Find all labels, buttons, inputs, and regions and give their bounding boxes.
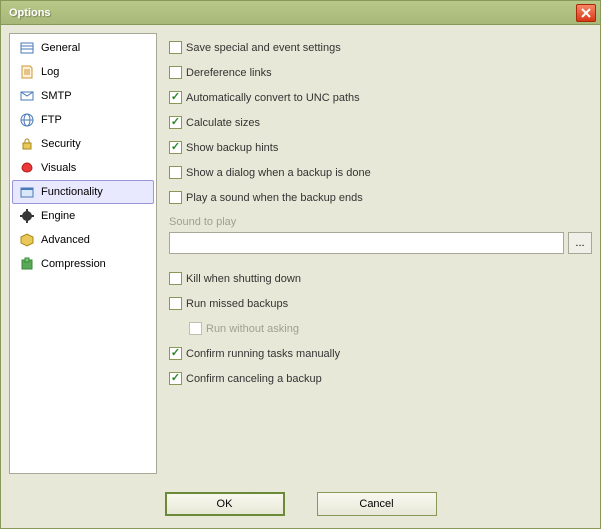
compression-icon <box>19 256 35 272</box>
dereference-checkbox[interactable] <box>169 66 182 79</box>
play-sound-label: Play a sound when the backup ends <box>186 192 363 204</box>
advanced-icon <box>19 232 35 248</box>
run-missed-label: Run missed backups <box>186 298 288 310</box>
log-icon <box>19 64 35 80</box>
unc-checkbox[interactable] <box>169 91 182 104</box>
sidebar: General Log SMTP FTP Security Visuals <box>9 33 157 474</box>
cancel-button[interactable]: Cancel <box>317 492 437 516</box>
sidebar-item-ftp[interactable]: FTP <box>12 108 154 132</box>
titlebar: Options <box>1 1 600 25</box>
content-panel: Save special and event settings Derefere… <box>169 33 592 474</box>
sidebar-item-label: Security <box>41 138 81 150</box>
hints-label: Show backup hints <box>186 142 278 154</box>
sidebar-item-label: Compression <box>41 258 106 270</box>
dereference-label: Dereference links <box>186 67 272 79</box>
options-window: Options General Log SMTP FTP <box>0 0 601 529</box>
sidebar-item-functionality[interactable]: Functionality <box>12 180 154 204</box>
calc-sizes-label: Calculate sizes <box>186 117 260 129</box>
ellipsis-icon: ... <box>575 237 584 249</box>
sound-to-play-label: Sound to play <box>169 216 592 228</box>
close-button[interactable] <box>576 4 596 22</box>
visuals-icon <box>19 160 35 176</box>
sidebar-item-label: SMTP <box>41 90 72 102</box>
functionality-icon <box>19 184 35 200</box>
confirm-running-checkbox[interactable] <box>169 347 182 360</box>
save-special-label: Save special and event settings <box>186 42 341 54</box>
sidebar-item-security[interactable]: Security <box>12 132 154 156</box>
window-body: General Log SMTP FTP Security Visuals <box>1 25 600 482</box>
save-special-checkbox[interactable] <box>169 41 182 54</box>
ftp-icon <box>19 112 35 128</box>
confirm-cancel-checkbox[interactable] <box>169 372 182 385</box>
smtp-icon <box>19 88 35 104</box>
unc-label: Automatically convert to UNC paths <box>186 92 360 104</box>
sidebar-item-engine[interactable]: Engine <box>12 204 154 228</box>
sidebar-item-visuals[interactable]: Visuals <box>12 156 154 180</box>
sidebar-item-label: Log <box>41 66 59 78</box>
sidebar-item-label: Engine <box>41 210 75 222</box>
sound-path-input[interactable] <box>169 232 564 254</box>
sidebar-item-compression[interactable]: Compression <box>12 252 154 276</box>
sidebar-item-label: Visuals <box>41 162 76 174</box>
calc-sizes-checkbox[interactable] <box>169 116 182 129</box>
dialog-done-label: Show a dialog when a backup is done <box>186 167 371 179</box>
security-icon <box>19 136 35 152</box>
run-without-asking-label: Run without asking <box>206 323 299 335</box>
run-missed-checkbox[interactable] <box>169 297 182 310</box>
sidebar-item-label: Functionality <box>41 186 103 198</box>
kill-label: Kill when shutting down <box>186 273 301 285</box>
confirm-cancel-label: Confirm canceling a backup <box>186 373 322 385</box>
kill-checkbox[interactable] <box>169 272 182 285</box>
sidebar-item-log[interactable]: Log <box>12 60 154 84</box>
button-bar: OK Cancel <box>1 482 600 528</box>
sidebar-item-smtp[interactable]: SMTP <box>12 84 154 108</box>
sidebar-item-advanced[interactable]: Advanced <box>12 228 154 252</box>
play-sound-checkbox[interactable] <box>169 191 182 204</box>
sidebar-item-label: General <box>41 42 80 54</box>
browse-sound-button[interactable]: ... <box>568 232 592 254</box>
general-icon <box>19 40 35 56</box>
engine-icon <box>19 208 35 224</box>
sidebar-item-general[interactable]: General <box>12 36 154 60</box>
confirm-running-label: Confirm running tasks manually <box>186 348 340 360</box>
ok-button[interactable]: OK <box>165 492 285 516</box>
dialog-done-checkbox[interactable] <box>169 166 182 179</box>
hints-checkbox[interactable] <box>169 141 182 154</box>
run-without-asking-checkbox <box>189 322 202 335</box>
window-title: Options <box>5 7 576 19</box>
sidebar-item-label: Advanced <box>41 234 90 246</box>
close-icon <box>581 8 591 18</box>
sidebar-item-label: FTP <box>41 114 62 126</box>
